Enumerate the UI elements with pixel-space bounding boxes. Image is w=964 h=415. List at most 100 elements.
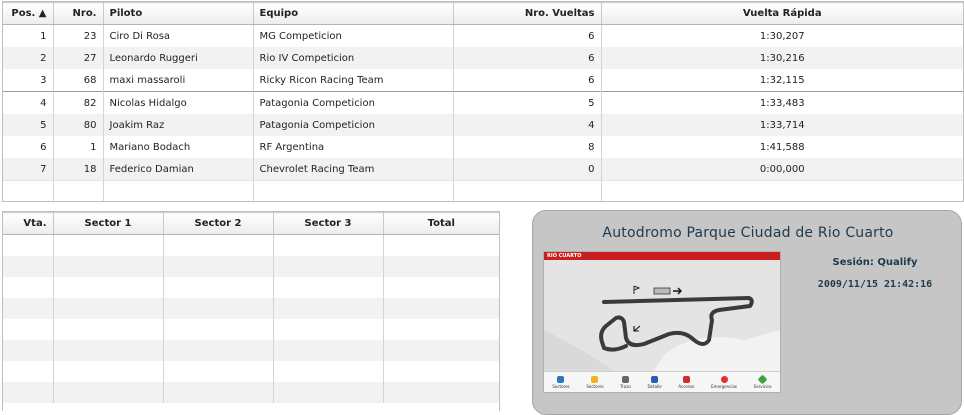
circuit-title: Autodromo Parque Ciudad de Rio Cuarto xyxy=(602,225,894,241)
empty-cell xyxy=(53,298,164,319)
empty-cell xyxy=(163,319,274,340)
pit-box-icon xyxy=(653,287,671,295)
empty-cell xyxy=(3,361,54,382)
cell-piloto: Nicolas Hidalgo xyxy=(103,91,254,114)
col-header-pos[interactable]: Pos. ▲ xyxy=(3,2,54,25)
empty-cell xyxy=(103,180,254,201)
empty-cell xyxy=(273,234,384,256)
empty-cell xyxy=(53,234,164,256)
cell-piloto: Joakim Raz xyxy=(103,114,254,136)
cell-pos: 3 xyxy=(3,69,54,92)
table-row[interactable]: 4 82 Nicolas Hidalgo Patagonia Competici… xyxy=(3,91,963,114)
empty-cell xyxy=(163,340,274,361)
col-header-equipo[interactable]: Equipo xyxy=(253,2,454,25)
cell-vuelta-rapida: 1:32,115 xyxy=(759,74,805,86)
cell-equipo: Chevrolet Racing Team xyxy=(253,158,454,181)
results-table-panel: Pos. ▲ Nro. Piloto Equipo Nro. Vueltas V… xyxy=(2,1,964,202)
empty-cell xyxy=(383,382,499,403)
cell-nro: 1 xyxy=(53,136,104,158)
col-header-nro[interactable]: Nro. xyxy=(53,2,104,25)
col-header-vueltas[interactable]: Nro. Vueltas xyxy=(453,2,602,25)
empty-cell xyxy=(3,382,54,403)
empty-cell xyxy=(273,298,384,319)
cell-pos: 6 xyxy=(3,136,54,158)
col-header-vuelta-rapida[interactable]: Vuelta Rápida xyxy=(601,2,963,25)
toolbar-button-trace[interactable]: Trazo xyxy=(620,375,631,389)
sectors-icon xyxy=(557,375,565,383)
empty-cell xyxy=(383,319,499,340)
cell-vueltas: 0 xyxy=(453,158,602,181)
col-header-sector-3[interactable]: Sector 3 xyxy=(273,212,384,235)
empty-cell xyxy=(53,319,164,340)
cell-vueltas: 8 xyxy=(453,136,602,158)
empty-cell xyxy=(601,180,963,201)
empty-cell xyxy=(273,319,384,340)
col-header-vta[interactable]: Vta. xyxy=(3,212,54,235)
cell-vueltas: 6 xyxy=(453,69,602,92)
toolbar-label: Emergencias xyxy=(711,383,737,389)
col-header-sector-1[interactable]: Sector 1 xyxy=(53,212,164,235)
cell-piloto: maxi massaroli xyxy=(103,69,254,92)
empty-cell xyxy=(383,256,499,277)
empty-cell xyxy=(383,361,499,382)
empty-cell xyxy=(3,256,54,277)
col-header-piloto[interactable]: Piloto xyxy=(103,2,254,25)
empty-cell xyxy=(3,340,54,361)
empty-cell xyxy=(383,298,499,319)
empty-cell xyxy=(53,382,164,403)
col-header-total[interactable]: Total xyxy=(383,212,499,235)
col-header-sector-2[interactable]: Sector 2 xyxy=(163,212,274,235)
cell-vuelta-rapida: 1:41,588 xyxy=(759,141,805,153)
cell-vuelta-rapida: 1:33,714 xyxy=(601,114,963,136)
empty-cell xyxy=(383,340,499,361)
results-table: Pos. ▲ Nro. Piloto Equipo Nro. Vueltas V… xyxy=(3,2,963,201)
empty-cell xyxy=(53,340,164,361)
empty-cell xyxy=(53,361,164,382)
info-icon xyxy=(651,375,659,383)
table-row[interactable]: 7 18 Federico Damian Chevrolet Racing Te… xyxy=(3,158,963,181)
table-row[interactable]: 1 23 Ciro Di Rosa MG Competicion 6 1:30,… xyxy=(3,24,963,47)
toolbar-button-access[interactable]: Accesos xyxy=(678,375,695,389)
toolbar-button-services[interactable]: Servicios xyxy=(754,374,772,389)
services-icon xyxy=(757,374,768,384)
empty-cell xyxy=(253,180,454,201)
empty-cell xyxy=(383,235,499,257)
cell-equipo: Patagonia Competicion xyxy=(253,114,454,136)
chart-icon xyxy=(622,375,630,383)
cell-vuelta-rapida: 0:00,000 xyxy=(601,158,963,181)
toolbar-label: Detalle xyxy=(647,383,662,389)
cell-equipo: Patagonia Competicion xyxy=(253,91,454,114)
list-item xyxy=(3,256,499,277)
toolbar-button-sectors[interactable]: Sectores xyxy=(552,375,570,389)
empty-cell xyxy=(273,277,384,298)
empty-cell xyxy=(163,277,274,298)
cell-vueltas: 5 xyxy=(453,91,602,114)
toolbar-button-detail[interactable]: Detalle xyxy=(647,375,662,389)
empty-cell xyxy=(3,234,54,256)
toolbar-label: Sectores xyxy=(586,383,604,389)
empty-cell xyxy=(273,361,384,382)
table-row[interactable]: 3 68 maxi massaroli Ricky Ricon Racing T… xyxy=(3,69,963,92)
track-map[interactable]: RIO CUARTO Sectores Sectores Trazo Detal… xyxy=(543,251,781,393)
cell-nro: 68 xyxy=(53,69,104,92)
empty-cell xyxy=(3,319,54,340)
cell-nro: 82 xyxy=(53,91,104,114)
list-item xyxy=(3,319,499,340)
table-row[interactable]: 5 80 Joakim Raz Patagonia Competicion 4 … xyxy=(3,114,963,136)
session-datetime: 2009/11/15 21:42:16 xyxy=(817,279,933,290)
table-row[interactable]: 2 27 Leonardo Ruggeri Rio IV Competicion… xyxy=(3,47,963,69)
toolbar-label: Accesos xyxy=(678,383,695,389)
toolbar-label: Trazo xyxy=(620,383,631,389)
list-item xyxy=(3,277,499,298)
empty-cell xyxy=(163,256,274,277)
medical-icon xyxy=(682,375,690,383)
table-row[interactable]: 6 1 Mariano Bodach RF Argentina 8 1:41,5… xyxy=(3,136,963,158)
cell-vuelta-rapida: 1:30,207 xyxy=(759,30,805,42)
toolbar-button-sectors-flag[interactable]: Sectores xyxy=(586,375,604,389)
empty-cell xyxy=(3,277,54,298)
emergency-icon xyxy=(720,375,728,383)
cell-equipo: RF Argentina xyxy=(253,136,454,158)
empty-cell xyxy=(3,298,54,319)
toolbar-button-emergency[interactable]: Emergencias xyxy=(711,375,737,389)
cell-piloto: Leonardo Ruggeri xyxy=(103,47,254,69)
